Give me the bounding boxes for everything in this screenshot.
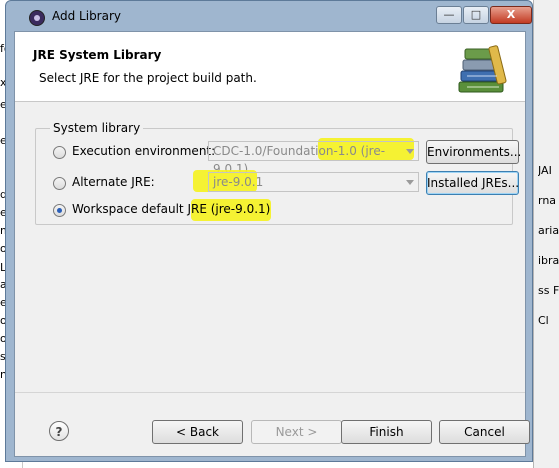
page-title: JRE System Library	[33, 48, 162, 62]
back-button[interactable]: < Back	[152, 420, 243, 444]
background-text: Cl	[538, 314, 549, 327]
installed-jres-button[interactable]: Installed JREs...	[426, 171, 519, 195]
alternate-jre-radio[interactable]	[53, 177, 66, 190]
group-label: System library	[50, 121, 144, 135]
books-icon	[458, 45, 507, 93]
title-bar[interactable]: Add Library — □ X	[6, 1, 532, 31]
execution-environment-label[interactable]: Execution environment:	[72, 144, 215, 158]
eclipse-icon	[29, 10, 45, 26]
finish-button[interactable]: Finish	[341, 420, 432, 444]
dialog-client-area: JRE System Library Select JRE for the pr…	[14, 31, 530, 457]
minimize-button[interactable]: —	[436, 6, 462, 24]
background-side-panel: JAI rna aria ibra ss F Cl	[533, 0, 559, 468]
page-description: Select JRE for the project build path.	[39, 71, 257, 85]
maximize-button[interactable]: □	[463, 6, 489, 24]
background-text: aria	[538, 224, 559, 237]
cancel-button[interactable]: Cancel	[439, 420, 530, 444]
next-button[interactable]: Next >	[251, 420, 342, 444]
background-text: ss F	[538, 284, 559, 297]
workspace-default-jre-radio[interactable]	[53, 204, 66, 217]
alternate-jre-combo[interactable]: jre-9.0.1	[208, 172, 419, 192]
close-button[interactable]: X	[490, 6, 532, 24]
background-text: rna	[538, 194, 557, 207]
window-title: Add Library	[52, 9, 122, 23]
background-text: ibra	[538, 254, 559, 267]
wizard-header: JRE System Library Select JRE for the pr…	[15, 32, 525, 102]
execution-environment-radio[interactable]	[53, 146, 66, 159]
add-library-dialog: Add Library — □ X JRE System Library Sel…	[5, 0, 533, 462]
help-icon[interactable]: ?	[49, 421, 69, 441]
environments-button[interactable]: Environments...	[426, 140, 521, 164]
chevron-down-icon	[406, 149, 414, 154]
footer-divider	[15, 392, 525, 393]
alternate-jre-label[interactable]: Alternate JRE:	[72, 175, 155, 189]
combo-value: jre-9.0.1	[213, 175, 264, 189]
workspace-default-jre-label[interactable]: Workspace default JRE (jre-9.0.1)	[72, 202, 270, 216]
execution-environment-combo[interactable]: CDC-1.0/Foundation-1.0 (jre-9.0.1)	[208, 141, 419, 176]
background-text: JAI	[538, 164, 552, 177]
chevron-down-icon	[406, 180, 414, 185]
